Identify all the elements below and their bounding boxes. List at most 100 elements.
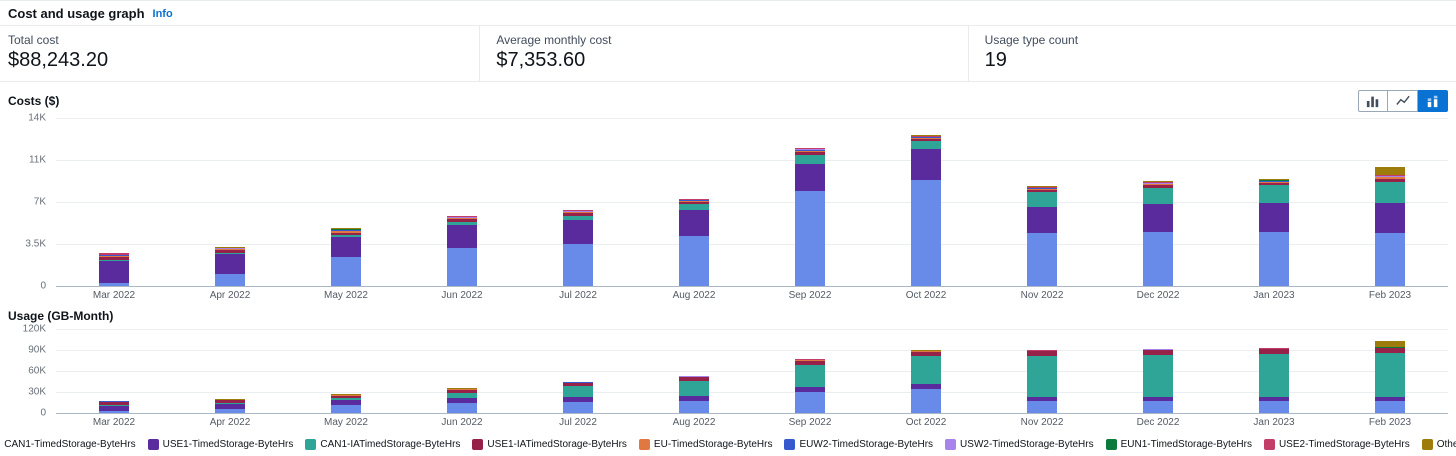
bar-segment[interactable] xyxy=(911,149,941,180)
bar-segment[interactable] xyxy=(679,381,709,396)
stacked-bar[interactable] xyxy=(215,118,245,286)
legend-item[interactable]: USE1-TimedStorage-ByteHrs xyxy=(148,439,294,450)
stacked-bar[interactable] xyxy=(331,329,361,413)
bar-segment[interactable] xyxy=(447,225,477,248)
bar-segment[interactable] xyxy=(1259,354,1289,397)
bar-segment[interactable] xyxy=(679,401,709,413)
bar-segment[interactable] xyxy=(1375,203,1405,233)
bar-segment[interactable] xyxy=(795,191,825,286)
x-axis-label: Oct 2022 xyxy=(868,290,984,303)
legend-item[interactable]: EUN1-TimedStorage-ByteHrs xyxy=(1106,439,1252,450)
bar-segment[interactable] xyxy=(1375,401,1405,413)
bar-segment[interactable] xyxy=(447,403,477,414)
stacked-bar[interactable] xyxy=(795,118,825,286)
stacked-bar[interactable] xyxy=(911,118,941,286)
bar-segment[interactable] xyxy=(911,356,941,383)
bar-segment[interactable] xyxy=(1027,401,1057,413)
bar-segment[interactable] xyxy=(795,155,825,164)
bar-segment[interactable] xyxy=(99,261,129,283)
bar-segment[interactable] xyxy=(1143,355,1173,398)
bar-segment[interactable] xyxy=(1143,232,1173,286)
bar-segment[interactable] xyxy=(911,141,941,149)
bar-segment[interactable] xyxy=(331,257,361,286)
bar-segment[interactable] xyxy=(563,220,593,244)
bar-segment[interactable] xyxy=(679,236,709,286)
bar-segment[interactable] xyxy=(1259,185,1289,203)
bar-segment[interactable] xyxy=(563,244,593,286)
stacked-bar[interactable] xyxy=(215,329,245,413)
stacked-bar[interactable] xyxy=(795,329,825,413)
stacked-bar-chart-button[interactable] xyxy=(1418,90,1448,112)
legend-item[interactable]: EU-TimedStorage-ByteHrs xyxy=(639,439,773,450)
legend-item[interactable]: Others xyxy=(1422,439,1456,450)
stacked-bar[interactable] xyxy=(1143,118,1173,286)
metric-label: Total cost xyxy=(8,33,463,47)
stacked-bar[interactable] xyxy=(1259,118,1289,286)
bar-segment[interactable] xyxy=(1259,401,1289,413)
bar-segment[interactable] xyxy=(911,180,941,286)
bar-segment[interactable] xyxy=(1375,233,1405,286)
stacked-bar[interactable] xyxy=(447,329,477,413)
bar-segment[interactable] xyxy=(215,409,245,413)
bar-segment[interactable] xyxy=(447,248,477,286)
legend-item[interactable]: CAN1-IATimedStorage-ByteHrs xyxy=(305,439,460,450)
bar-segment[interactable] xyxy=(1027,207,1057,233)
bar-segment[interactable] xyxy=(215,254,245,274)
legend-swatch xyxy=(1106,439,1117,450)
bar-column xyxy=(288,118,404,286)
line-chart-button[interactable] xyxy=(1388,90,1418,112)
bar-column xyxy=(520,118,636,286)
bar-segment[interactable] xyxy=(795,392,825,413)
bar-segment[interactable] xyxy=(1027,192,1057,206)
bar-segment[interactable] xyxy=(1375,353,1405,397)
info-link[interactable]: Info xyxy=(153,8,173,20)
stacked-bar[interactable] xyxy=(99,118,129,286)
stacked-bar[interactable] xyxy=(679,329,709,413)
bar-segment[interactable] xyxy=(563,402,593,413)
x-axis-label: Jun 2022 xyxy=(404,290,520,303)
bar-columns xyxy=(56,118,1448,286)
stacked-bar[interactable] xyxy=(679,118,709,286)
bar-segment[interactable] xyxy=(99,283,129,286)
stacked-bar[interactable] xyxy=(911,329,941,413)
stacked-bar[interactable] xyxy=(563,118,593,286)
legend-item[interactable]: EUW2-TimedStorage-ByteHrs xyxy=(784,439,933,450)
bar-column xyxy=(636,329,752,413)
bar-segment[interactable] xyxy=(99,411,129,413)
bar-segment[interactable] xyxy=(1143,188,1173,205)
bar-segment[interactable] xyxy=(1259,232,1289,286)
legend-item[interactable]: USE2-TimedStorage-ByteHrs xyxy=(1264,439,1410,450)
bar-segment[interactable] xyxy=(911,389,941,414)
y-axis-label: 11K xyxy=(29,155,46,166)
bar-segment[interactable] xyxy=(1143,204,1173,232)
bar-segment[interactable] xyxy=(1027,233,1057,286)
stacked-bar[interactable] xyxy=(1027,118,1057,286)
bar-segment[interactable] xyxy=(331,405,361,413)
bar-segment[interactable] xyxy=(1375,167,1405,174)
stacked-bar[interactable] xyxy=(1375,329,1405,413)
bar-chart-button[interactable] xyxy=(1358,90,1388,112)
bar-segment[interactable] xyxy=(795,365,825,387)
stacked-bar[interactable] xyxy=(1375,118,1405,286)
bar-segment[interactable] xyxy=(679,210,709,235)
legend-item[interactable]: USW2-TimedStorage-ByteHrs xyxy=(945,439,1094,450)
bar-segment[interactable] xyxy=(1027,356,1057,397)
stacked-bar[interactable] xyxy=(1143,329,1173,413)
bar-segment[interactable] xyxy=(1259,203,1289,232)
bar-segment[interactable] xyxy=(1375,182,1405,204)
legend-item[interactable]: USE1-IATimedStorage-ByteHrs xyxy=(472,439,627,450)
bar-segment[interactable] xyxy=(331,237,361,257)
stacked-bar[interactable] xyxy=(99,329,129,413)
bar-segment[interactable] xyxy=(795,164,825,192)
bar-segment[interactable] xyxy=(563,386,593,397)
legend-item[interactable]: CAN1-TimedStorage-ByteHrs xyxy=(0,439,136,450)
page-title: Cost and usage graph xyxy=(8,6,145,21)
stacked-bar[interactable] xyxy=(331,118,361,286)
stacked-bar[interactable] xyxy=(1259,329,1289,413)
bar-segment[interactable] xyxy=(1143,401,1173,413)
stacked-bar[interactable] xyxy=(447,118,477,286)
stacked-bar[interactable] xyxy=(1027,329,1057,413)
stacked-bar[interactable] xyxy=(563,329,593,413)
bar-segment[interactable] xyxy=(679,204,709,211)
bar-segment[interactable] xyxy=(215,274,245,286)
